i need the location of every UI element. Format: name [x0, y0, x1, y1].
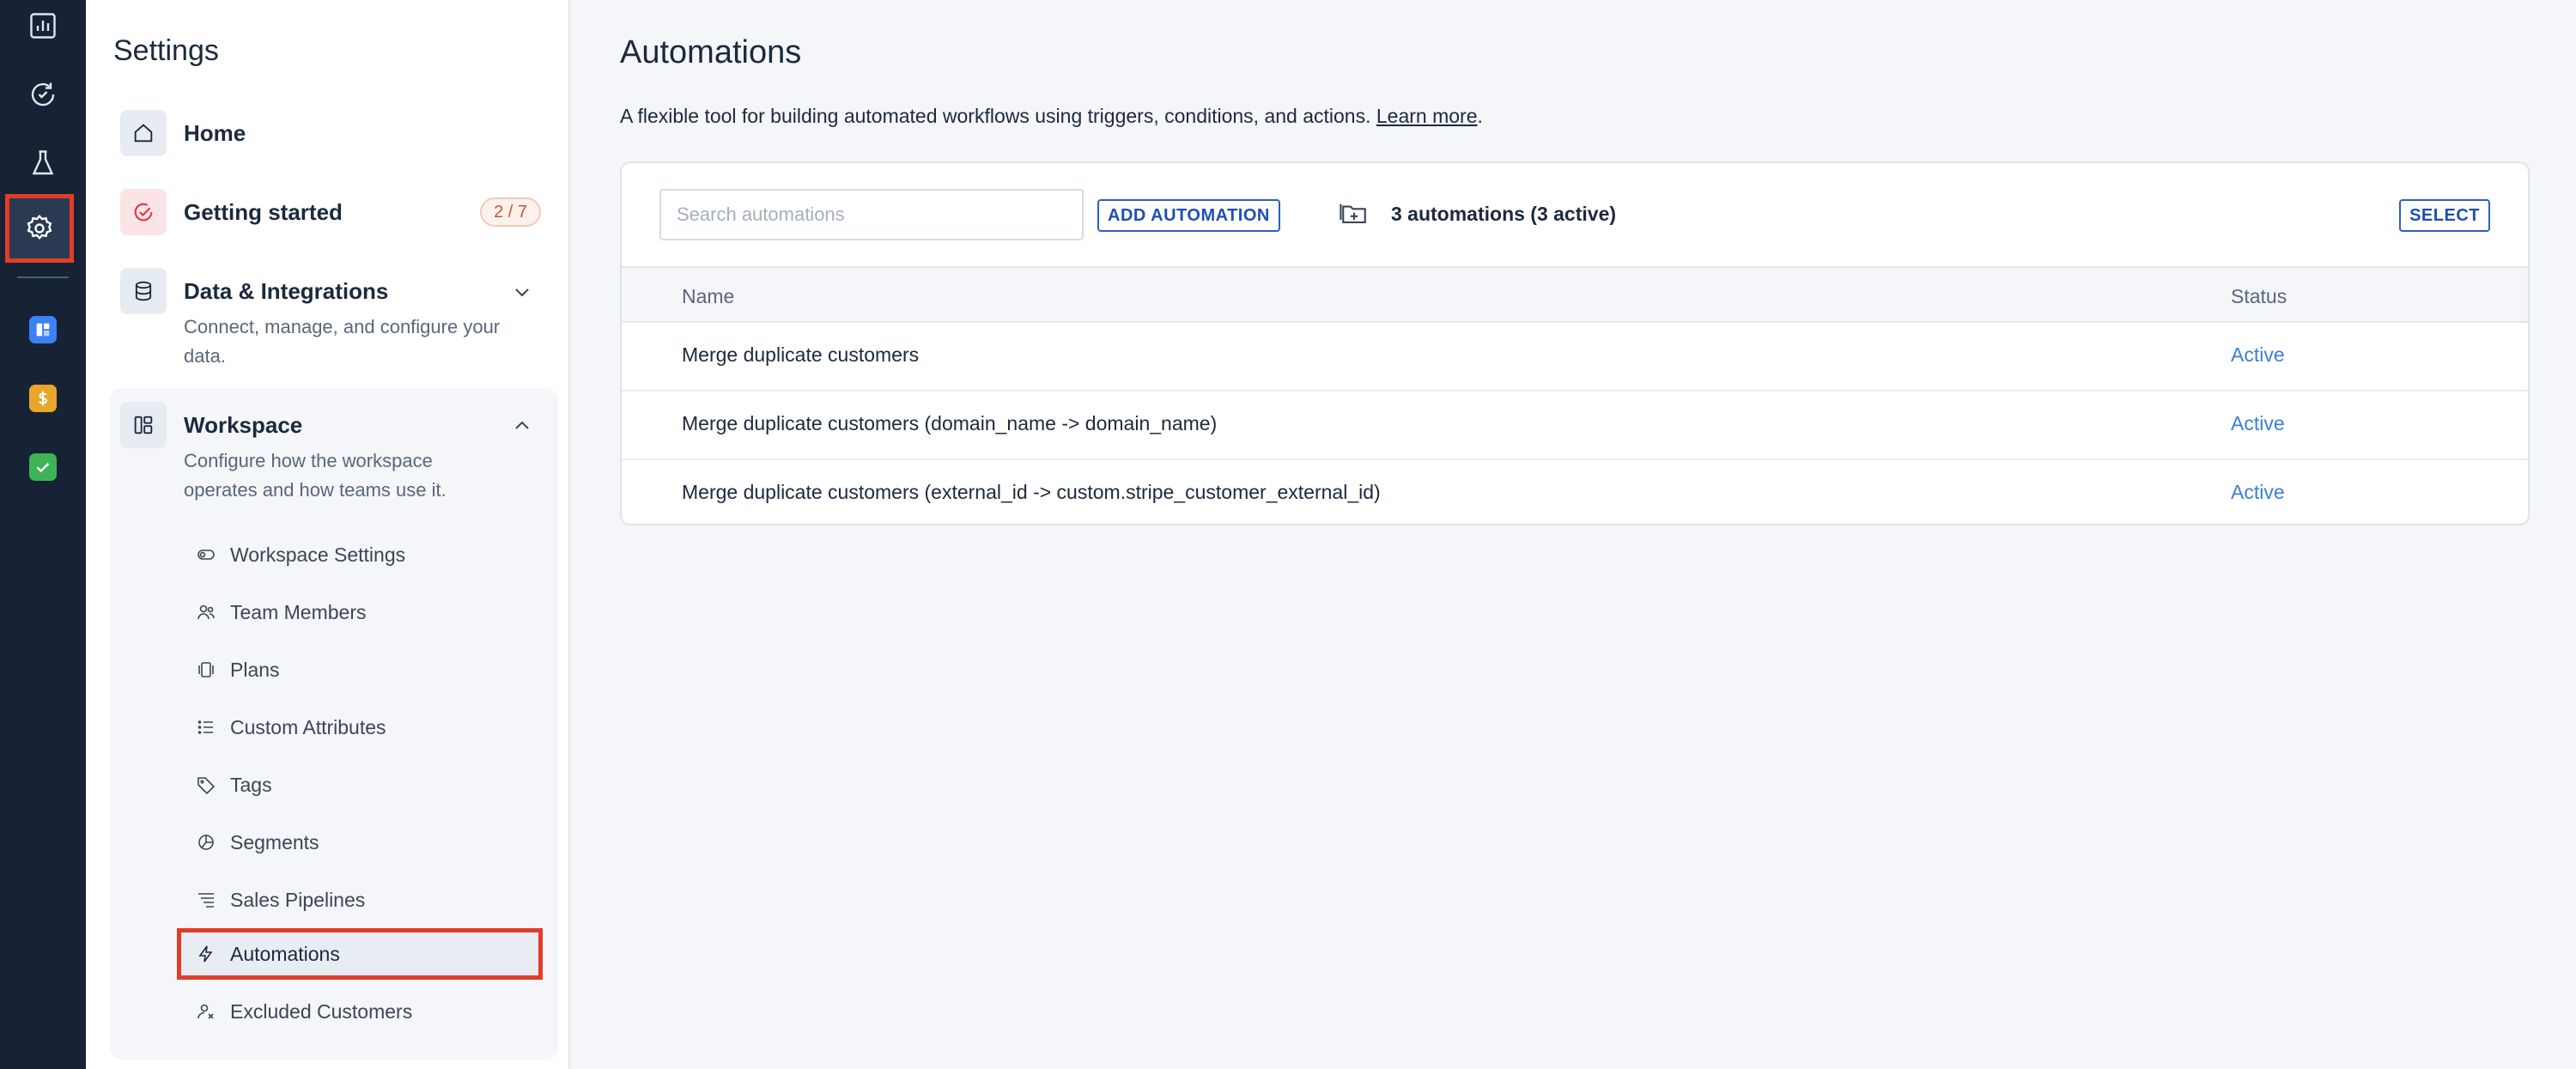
sidebar-subitem-automations[interactable]: Automations: [177, 928, 543, 980]
tasks-app-tile: [29, 453, 57, 481]
sidebar-subitem-custom-attributes[interactable]: Custom Attributes: [177, 702, 543, 753]
billing-app-button[interactable]: [19, 374, 67, 422]
toggle-icon: [197, 550, 215, 560]
workspace-icon-tile: [120, 402, 167, 448]
folder-add-icon[interactable]: [1338, 199, 1370, 228]
layout-icon: [134, 416, 153, 434]
subitem-label: Team Members: [230, 600, 367, 623]
check-icon: [36, 463, 50, 473]
sidebar-item-description: Connect, manage, and configure your data…: [184, 316, 501, 367]
sidebar-item-description: Configure how the workspace operates and…: [184, 450, 447, 501]
sidebar-subitem-segments[interactable]: Segments: [177, 817, 543, 868]
add-automation-button[interactable]: ADD AUTOMATION: [1097, 199, 1280, 232]
sidebar-title: Settings: [113, 34, 219, 67]
automation-name[interactable]: Merge duplicate customers (external_id -…: [682, 481, 1381, 504]
sidebar-subitem-excluded-customers[interactable]: Excluded Customers: [177, 986, 543, 1037]
sidebar-item-label: Home: [184, 120, 246, 146]
board-app-tile: [29, 316, 57, 343]
page-description: A flexible tool for building automated w…: [620, 105, 1483, 128]
automation-name[interactable]: Merge duplicate customers: [682, 343, 919, 367]
table-row[interactable]: Merge duplicate customers (domain_name -…: [622, 392, 2528, 460]
check-circle-icon: [134, 203, 153, 222]
subitem-label: Custom Attributes: [230, 715, 386, 738]
list-icon: [197, 720, 213, 734]
bar-chart-icon: [30, 13, 56, 39]
table-row[interactable]: Merge duplicate customers Active: [622, 323, 2528, 392]
tag-icon: [197, 777, 216, 795]
refresh-circle-icon: [31, 82, 55, 106]
lightning-icon: [198, 945, 213, 963]
dollar-icon: [39, 391, 47, 406]
home-icon: [134, 124, 153, 143]
chevron-down-icon[interactable]: [512, 282, 532, 302]
chevron-up-icon[interactable]: [512, 416, 532, 436]
progress-badge: 2 / 7: [480, 197, 541, 227]
column-header-status[interactable]: Status: [2231, 285, 2287, 308]
pipeline-icon: [198, 893, 214, 908]
description-period: .: [1477, 105, 1483, 127]
subitem-label: Tags: [230, 773, 272, 796]
column-header-name[interactable]: Name: [682, 285, 734, 308]
sidebar-item-data-integrations[interactable]: Data & Integrations Connect, manage, and…: [120, 268, 541, 371]
automations-card: ADD AUTOMATION 3 automations (3 active) …: [620, 161, 2530, 525]
sidebar-item-label: Workspace: [184, 412, 303, 438]
status-badge: Active: [2231, 412, 2285, 434]
learn-more-link[interactable]: Learn more: [1376, 105, 1478, 127]
labs-nav-button[interactable]: [19, 139, 67, 187]
sidebar-subitem-workspace-settings[interactable]: Workspace Settings: [177, 529, 543, 580]
sidebar-item-label: Getting started: [184, 199, 343, 225]
analytics-nav-button[interactable]: [19, 2, 67, 50]
automations-toolbar: ADD AUTOMATION 3 automations (3 active) …: [622, 163, 2528, 266]
users-icon: [197, 604, 215, 620]
app-rail: [0, 0, 86, 1069]
subitem-label: Workspace Settings: [230, 543, 406, 566]
board-icon: [36, 323, 50, 337]
sidebar-subitem-team-members[interactable]: Team Members: [177, 586, 543, 638]
sidebar-item-workspace[interactable]: Workspace Configure how the workspace op…: [120, 402, 541, 505]
subitem-label: Plans: [230, 658, 280, 681]
database-icon-tile: [120, 268, 167, 314]
automation-name[interactable]: Merge duplicate customers (domain_name -…: [682, 412, 1217, 435]
description-text: A flexible tool for building automated w…: [620, 105, 1371, 127]
sidebar-subitem-tags[interactable]: Tags: [177, 759, 543, 811]
select-button[interactable]: SELECT: [2399, 199, 2490, 232]
settings-sidebar: Settings Home Getting started 2 / 7 Data…: [86, 0, 570, 1069]
page-title: Automations: [620, 34, 802, 70]
sidebar-subitem-plans[interactable]: Plans: [177, 644, 543, 695]
subitem-label: Sales Pipelines: [230, 888, 366, 911]
rail-divider: [17, 276, 69, 278]
billing-app-tile: [29, 385, 57, 412]
status-badge: Active: [2231, 481, 2285, 503]
user-excluded-icon: [197, 1004, 214, 1019]
home-icon-tile: [120, 110, 167, 156]
sidebar-item-label: Data & Integrations: [184, 278, 389, 304]
search-input[interactable]: [659, 189, 1084, 240]
pie-segment-icon: [198, 835, 214, 850]
sidebar-item-home[interactable]: Home: [120, 110, 541, 156]
plans-icon: [198, 662, 214, 677]
table-header: Name Status: [622, 266, 2528, 323]
activity-nav-button[interactable]: [19, 70, 67, 118]
status-badge: Active: [2231, 343, 2285, 366]
gear-icon: [27, 214, 52, 240]
database-icon: [135, 281, 152, 301]
getting-started-icon-tile: [120, 189, 167, 235]
table-row[interactable]: Merge duplicate customers (external_id -…: [622, 460, 2528, 524]
main-content: Automations A flexible tool for building…: [570, 0, 2576, 1069]
sidebar-item-getting-started[interactable]: Getting started 2 / 7: [120, 189, 541, 235]
subitem-label: Excluded Customers: [230, 999, 413, 1023]
tasks-app-button[interactable]: [19, 443, 67, 491]
flask-icon: [32, 150, 54, 175]
subitem-label: Automations: [230, 942, 340, 965]
automation-count: 3 automations (3 active): [1391, 203, 1617, 225]
sidebar-subitem-sales-pipelines[interactable]: Sales Pipelines: [177, 874, 543, 926]
settings-nav-button[interactable]: [5, 194, 74, 263]
subitem-label: Segments: [230, 830, 319, 853]
board-app-button[interactable]: [19, 306, 67, 354]
